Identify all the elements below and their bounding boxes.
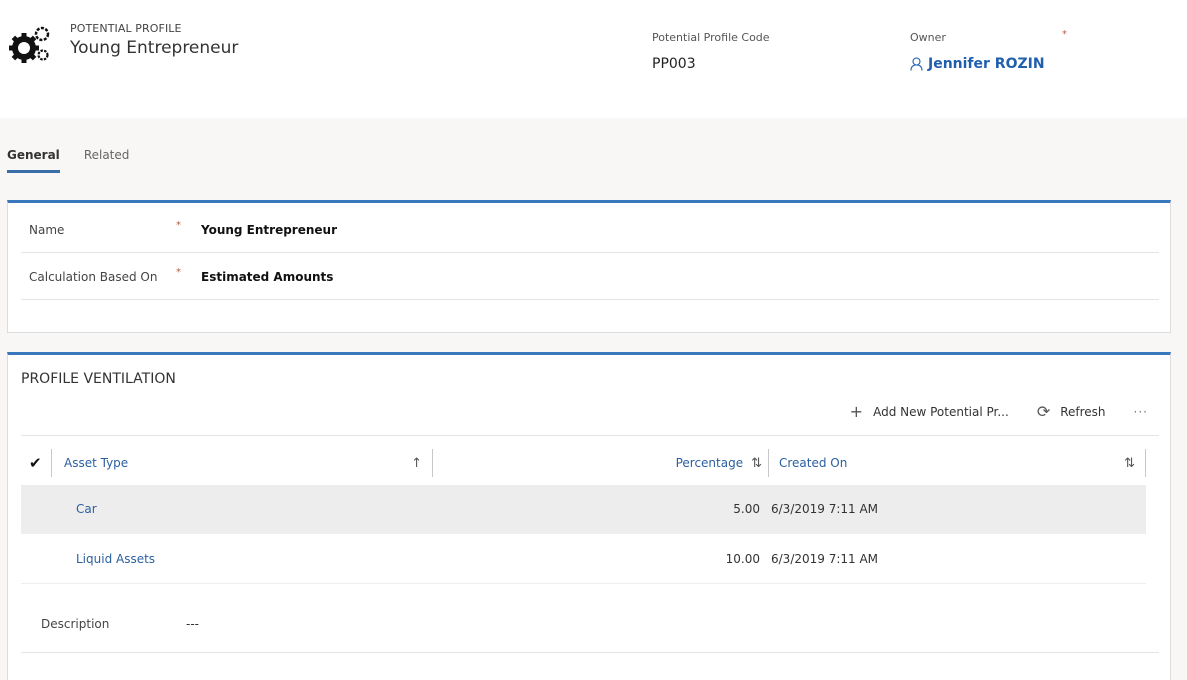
description-label: Description [41, 616, 110, 631]
column-header-percentage[interactable]: Percentage ⇅ [433, 456, 768, 471]
refresh-label: Refresh [1060, 405, 1106, 419]
general-section: Name * Young Entrepreneur Calculation Ba… [7, 200, 1171, 333]
tab-related[interactable]: Related [84, 148, 130, 170]
profile-ventilation-section: PROFILE VENTILATION + Add New Potential … [7, 352, 1171, 680]
tab-general[interactable]: General [7, 148, 60, 173]
section-title: PROFILE VENTILATION [21, 371, 176, 387]
more-commands-button[interactable]: ··· [1134, 405, 1148, 419]
gears-icon [9, 26, 50, 63]
subgrid-command-bar: + Add New Potential Pr... ⟳ Refresh ··· [822, 402, 1148, 421]
add-new-button[interactable]: + Add New Potential Pr... [849, 402, 1009, 421]
column-header-created-on[interactable]: Created On ⇅ [769, 456, 1145, 471]
entity-type-label: POTENTIAL PROFILE [70, 22, 182, 35]
asset-type-link[interactable]: Liquid Assets [21, 552, 432, 566]
table-row[interactable]: Car 5.00 6/3/2019 7:11 AM [21, 485, 1146, 534]
description-field[interactable]: --- [186, 617, 199, 631]
created-on-cell: 6/3/2019 7:11 AM [771, 502, 879, 516]
grid-header: ✔ Asset Type ↑ Percentage ⇅ Created On ⇅ [21, 443, 1146, 483]
sort-icon: ⇅ [1124, 455, 1135, 471]
divider [21, 435, 1159, 436]
form-tabs: General Related [7, 148, 130, 173]
select-all-checkmark-icon[interactable]: ✔ [21, 454, 51, 472]
column-header-asset-type[interactable]: Asset Type ↑ [52, 456, 432, 471]
table-row[interactable]: Liquid Assets 10.00 6/3/2019 7:11 AM [21, 535, 1146, 584]
percentage-header-label: Percentage [675, 455, 744, 470]
calculation-field-row: Calculation Based On * Estimated Amounts [21, 254, 1159, 300]
plus-icon: + [849, 402, 864, 421]
column-separator[interactable] [1145, 449, 1146, 477]
description-field-row: Description --- [21, 595, 1159, 653]
profile-code-value: PP003 [652, 56, 696, 72]
name-label: Name [29, 222, 65, 237]
calculation-field[interactable]: Estimated Amounts [201, 270, 333, 284]
record-header: POTENTIAL PROFILE Young Entrepreneur Pot… [0, 0, 1187, 118]
asset-type-header-label: Asset Type [64, 455, 129, 470]
person-icon [910, 57, 923, 71]
calculation-required-marker: * [176, 267, 181, 278]
owner-required-marker: * [1062, 29, 1067, 40]
add-new-label: Add New Potential Pr... [873, 405, 1009, 419]
asset-type-link[interactable]: Car [21, 502, 432, 516]
name-field[interactable]: Young Entrepreneur [201, 223, 337, 237]
record-title: Young Entrepreneur [70, 38, 239, 58]
created-on-cell: 6/3/2019 7:11 AM [771, 552, 879, 566]
owner-link[interactable]: Jennifer ROZIN [910, 56, 1045, 72]
name-required-marker: * [176, 220, 181, 231]
name-field-row: Name * Young Entrepreneur [21, 207, 1159, 253]
owner-label: Owner [910, 31, 946, 44]
percentage-cell: 10.00 [725, 552, 760, 566]
owner-name: Jennifer ROZIN [928, 56, 1045, 72]
percentage-cell: 5.00 [733, 502, 760, 516]
sort-icon: ⇅ [751, 455, 762, 471]
sort-ascending-icon: ↑ [411, 455, 422, 471]
calculation-label: Calculation Based On [29, 269, 158, 284]
profile-code-label: Potential Profile Code [652, 31, 770, 44]
created-on-header-label: Created On [779, 455, 848, 470]
refresh-button[interactable]: ⟳ Refresh [1036, 402, 1106, 421]
refresh-icon: ⟳ [1036, 402, 1051, 421]
